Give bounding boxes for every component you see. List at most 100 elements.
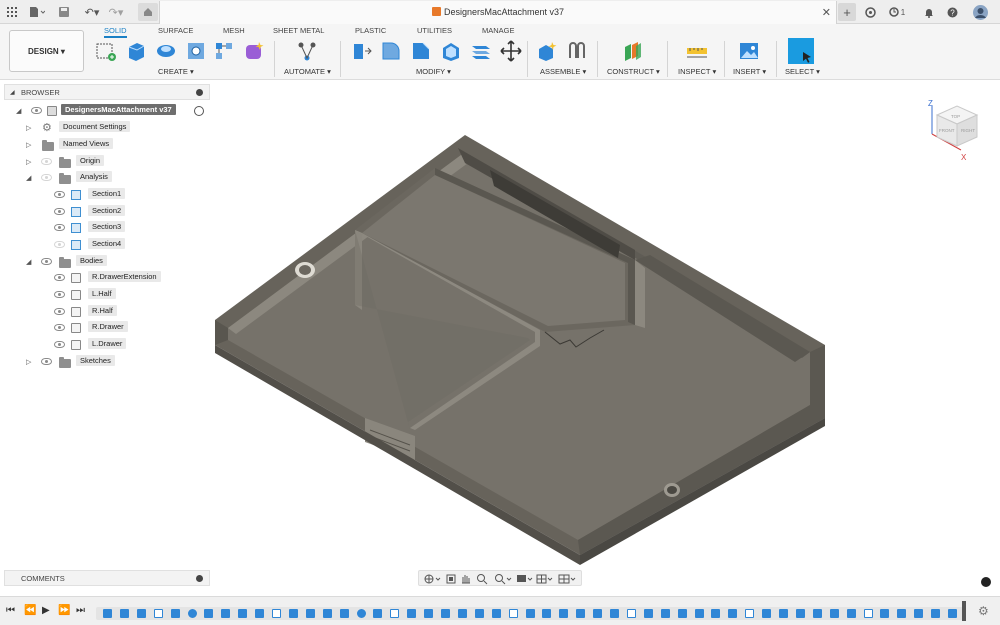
timeline-feature[interactable] <box>728 609 738 618</box>
timeline-feature[interactable] <box>221 609 231 618</box>
group-modify[interactable]: MODIFY ▾ <box>416 67 451 76</box>
timeline-feature[interactable] <box>305 609 315 618</box>
tab-plastic[interactable]: PLASTIC <box>355 26 386 35</box>
close-tab-icon[interactable]: ✕ <box>822 6 831 19</box>
group-create[interactable]: CREATE ▾ <box>158 67 194 76</box>
timeline-feature[interactable] <box>288 609 298 618</box>
tree-item-section4[interactable]: Section4 <box>54 238 204 252</box>
timeline-feature[interactable] <box>694 609 704 618</box>
timeline-feature[interactable] <box>508 609 518 618</box>
group-inspect[interactable]: INSPECT ▾ <box>678 67 716 76</box>
tab-sheet-metal[interactable]: SHEET METAL <box>273 26 324 35</box>
tab-surface[interactable]: SURFACE <box>158 26 193 35</box>
timeline-feature[interactable] <box>424 609 434 618</box>
tree-item-named-views[interactable]: ▷ Named Views <box>25 138 205 152</box>
look-at-icon[interactable] <box>446 574 456 584</box>
timeline-feature[interactable] <box>593 609 603 618</box>
timeline-feature[interactable] <box>441 609 450 618</box>
measure-icon[interactable] <box>686 40 708 62</box>
group-select[interactable]: SELECT ▾ <box>785 67 820 76</box>
timeline-feature[interactable] <box>931 609 941 618</box>
expand-triangle-icon[interactable]: ▷ <box>26 358 31 366</box>
timeline-feature[interactable] <box>795 609 805 618</box>
timeline-feature[interactable] <box>457 609 467 618</box>
visibility-eye-icon[interactable] <box>41 174 52 181</box>
timeline-feature[interactable] <box>170 609 180 618</box>
timeline-play-icon[interactable]: ▶ <box>42 605 50 616</box>
group-assemble[interactable]: ASSEMBLE ▾ <box>540 67 586 76</box>
timeline-feature[interactable] <box>914 609 924 618</box>
timeline-feature[interactable] <box>204 609 214 618</box>
undo-icon[interactable]: ↶▾ <box>82 4 102 20</box>
automate-icon[interactable] <box>296 40 318 62</box>
extrude-icon[interactable] <box>125 40 147 62</box>
select-icon[interactable] <box>788 38 814 64</box>
visibility-eye-icon[interactable] <box>54 208 65 215</box>
timeline-feature[interactable] <box>626 609 636 618</box>
collapse-triangle-icon[interactable]: ◢ <box>10 89 15 96</box>
expand-triangle-icon[interactable]: ◢ <box>16 107 21 115</box>
timeline-feature[interactable] <box>745 609 755 618</box>
job-status-icon[interactable]: 1 <box>886 4 908 20</box>
redo-icon[interactable]: ↷▾ <box>106 4 126 20</box>
visibility-eye-icon[interactable] <box>31 107 42 114</box>
app-grid-icon[interactable] <box>6 4 18 20</box>
expand-triangle-icon[interactable]: ◢ <box>26 174 31 182</box>
revolve-icon[interactable] <box>155 40 177 62</box>
visibility-eye-icon[interactable] <box>54 224 65 231</box>
visibility-eye-icon[interactable] <box>54 241 65 248</box>
tree-item-document-settings[interactable]: ▷ ⚙ Document Settings <box>25 121 205 135</box>
timeline-feature[interactable] <box>491 609 501 618</box>
tab-mesh[interactable]: MESH <box>223 26 245 35</box>
expand-triangle-icon[interactable]: ▷ <box>26 124 31 132</box>
timeline-feature[interactable] <box>779 609 788 618</box>
workspace-switcher[interactable]: DESIGN ▾ <box>9 30 84 72</box>
combine-icon[interactable] <box>470 40 492 62</box>
display-settings-icon[interactable] <box>517 575 533 582</box>
timeline-first-icon[interactable]: ⏮ <box>6 605 15 616</box>
viewports-icon[interactable] <box>558 574 576 584</box>
timeline-feature[interactable] <box>559 609 569 618</box>
timeline-feature[interactable] <box>525 609 535 618</box>
user-avatar[interactable] <box>972 4 988 20</box>
timeline-settings-gear-icon[interactable]: ⚙ <box>978 604 989 618</box>
file-menu-icon[interactable] <box>28 4 46 20</box>
timeline-feature[interactable] <box>897 609 907 618</box>
visibility-eye-icon[interactable] <box>41 158 52 165</box>
grid-settings-icon[interactable] <box>536 574 553 584</box>
visibility-eye-icon[interactable] <box>54 274 65 281</box>
joint-icon[interactable] <box>566 40 588 62</box>
timeline-prev-icon[interactable]: ⏪ <box>24 605 36 616</box>
tree-item-bodies[interactable]: ◢ Bodies <box>25 255 205 269</box>
timeline-marker[interactable] <box>962 601 966 621</box>
tree-item-section2[interactable]: Section2 <box>54 205 204 219</box>
timeline-last-icon[interactable]: ⏭ <box>76 605 85 616</box>
timeline-feature[interactable] <box>948 609 957 618</box>
timeline-feature[interactable] <box>660 609 670 618</box>
timeline-feature[interactable] <box>863 609 873 618</box>
timeline-feature[interactable] <box>829 609 839 618</box>
timeline-feature[interactable] <box>322 609 332 618</box>
new-component-icon[interactable] <box>536 40 558 62</box>
timeline-feature[interactable] <box>272 609 281 618</box>
visibility-eye-icon[interactable] <box>41 358 52 365</box>
help-icon[interactable]: ? <box>945 4 959 20</box>
fillet-icon[interactable] <box>380 40 402 62</box>
timeline-feature[interactable] <box>390 609 400 618</box>
timeline-feature[interactable] <box>711 609 721 618</box>
view-cube[interactable]: Z X TOP FRONT RIGHT <box>925 98 987 162</box>
tree-item-l-half[interactable]: L.Half <box>54 288 204 302</box>
model-viewport[interactable] <box>210 100 835 570</box>
new-tab-icon[interactable]: + <box>838 3 856 21</box>
visibility-eye-icon[interactable] <box>54 324 65 331</box>
move-icon[interactable] <box>500 40 522 62</box>
visibility-eye-icon[interactable] <box>54 308 65 315</box>
browser-panel-header[interactable]: ◢ BROWSER <box>4 84 210 100</box>
home-icon[interactable] <box>138 3 158 21</box>
expand-triangle-icon[interactable]: ▷ <box>26 141 31 149</box>
timeline-feature[interactable] <box>339 609 349 618</box>
timeline-feature[interactable] <box>103 609 112 618</box>
timeline-feature[interactable] <box>677 609 687 618</box>
offset-plane-icon[interactable] <box>622 40 644 62</box>
timeline-feature[interactable] <box>119 609 129 618</box>
